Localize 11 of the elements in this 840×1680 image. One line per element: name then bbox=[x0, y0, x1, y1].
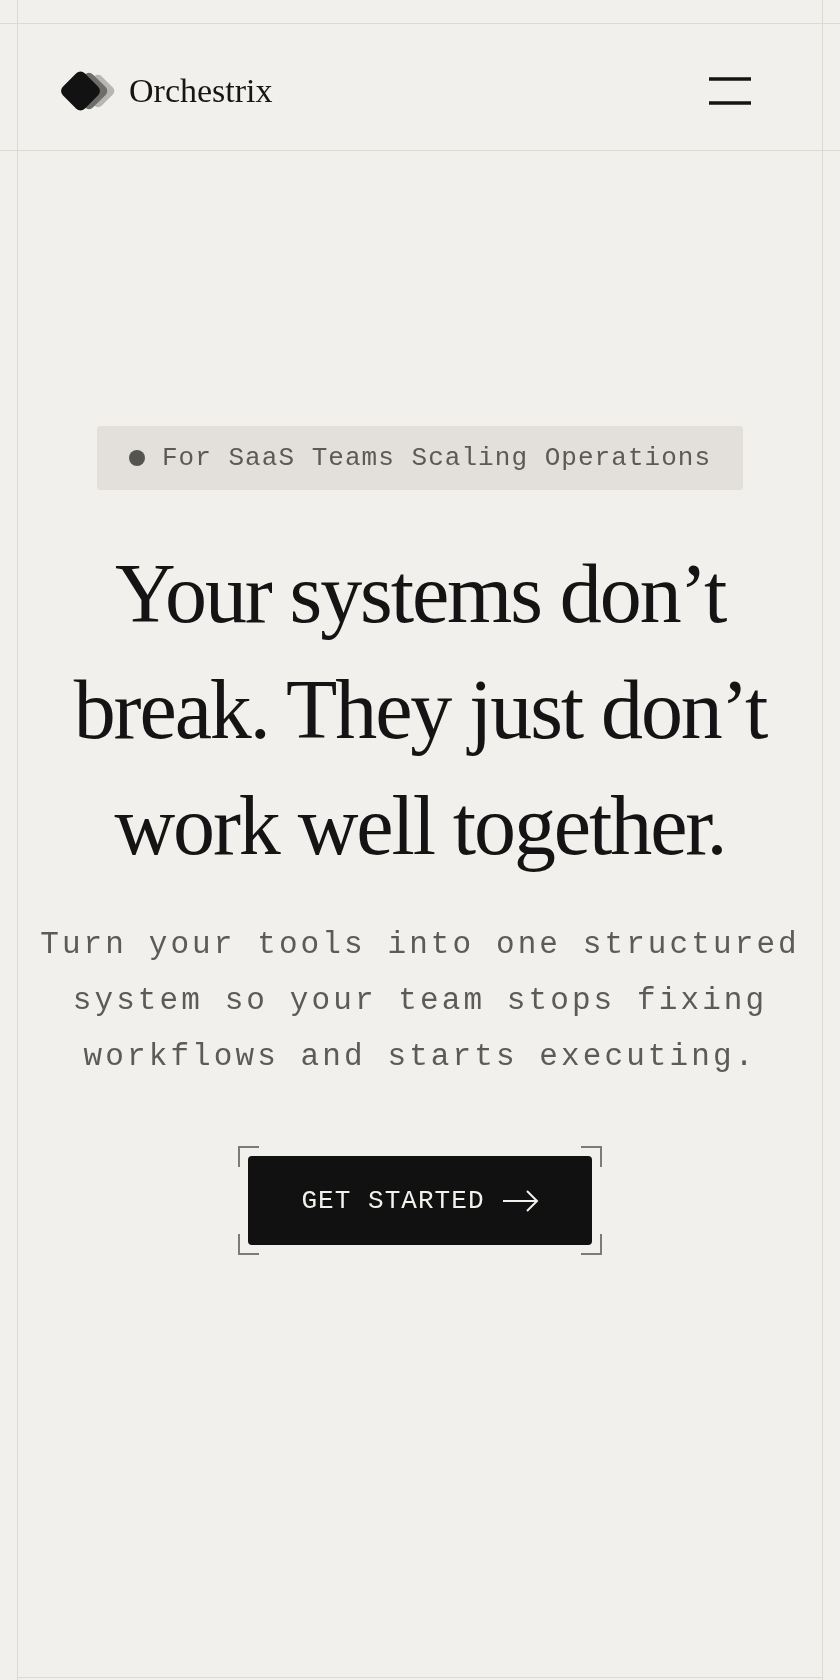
corner-bracket-icon bbox=[581, 1146, 602, 1167]
badge-label: For SaaS Teams Scaling Operations bbox=[161, 442, 712, 474]
menu-icon bbox=[709, 77, 751, 105]
corner-bracket-icon bbox=[581, 1234, 602, 1255]
subheadline: Turn your tools into one structured system so your team stops fixing workflows and starts executing. bbox=[39, 926, 801, 1076]
corner-bracket-icon bbox=[238, 1234, 259, 1255]
arrow-right-icon bbox=[502, 1189, 539, 1212]
get-started-button[interactable]: GET STARTED bbox=[248, 1156, 592, 1245]
corner-bracket-icon bbox=[238, 1146, 259, 1167]
logo-link[interactable]: Orchestrix bbox=[58, 68, 273, 114]
headline: Your systems don’t break. They just don’t work well together. bbox=[72, 546, 769, 874]
